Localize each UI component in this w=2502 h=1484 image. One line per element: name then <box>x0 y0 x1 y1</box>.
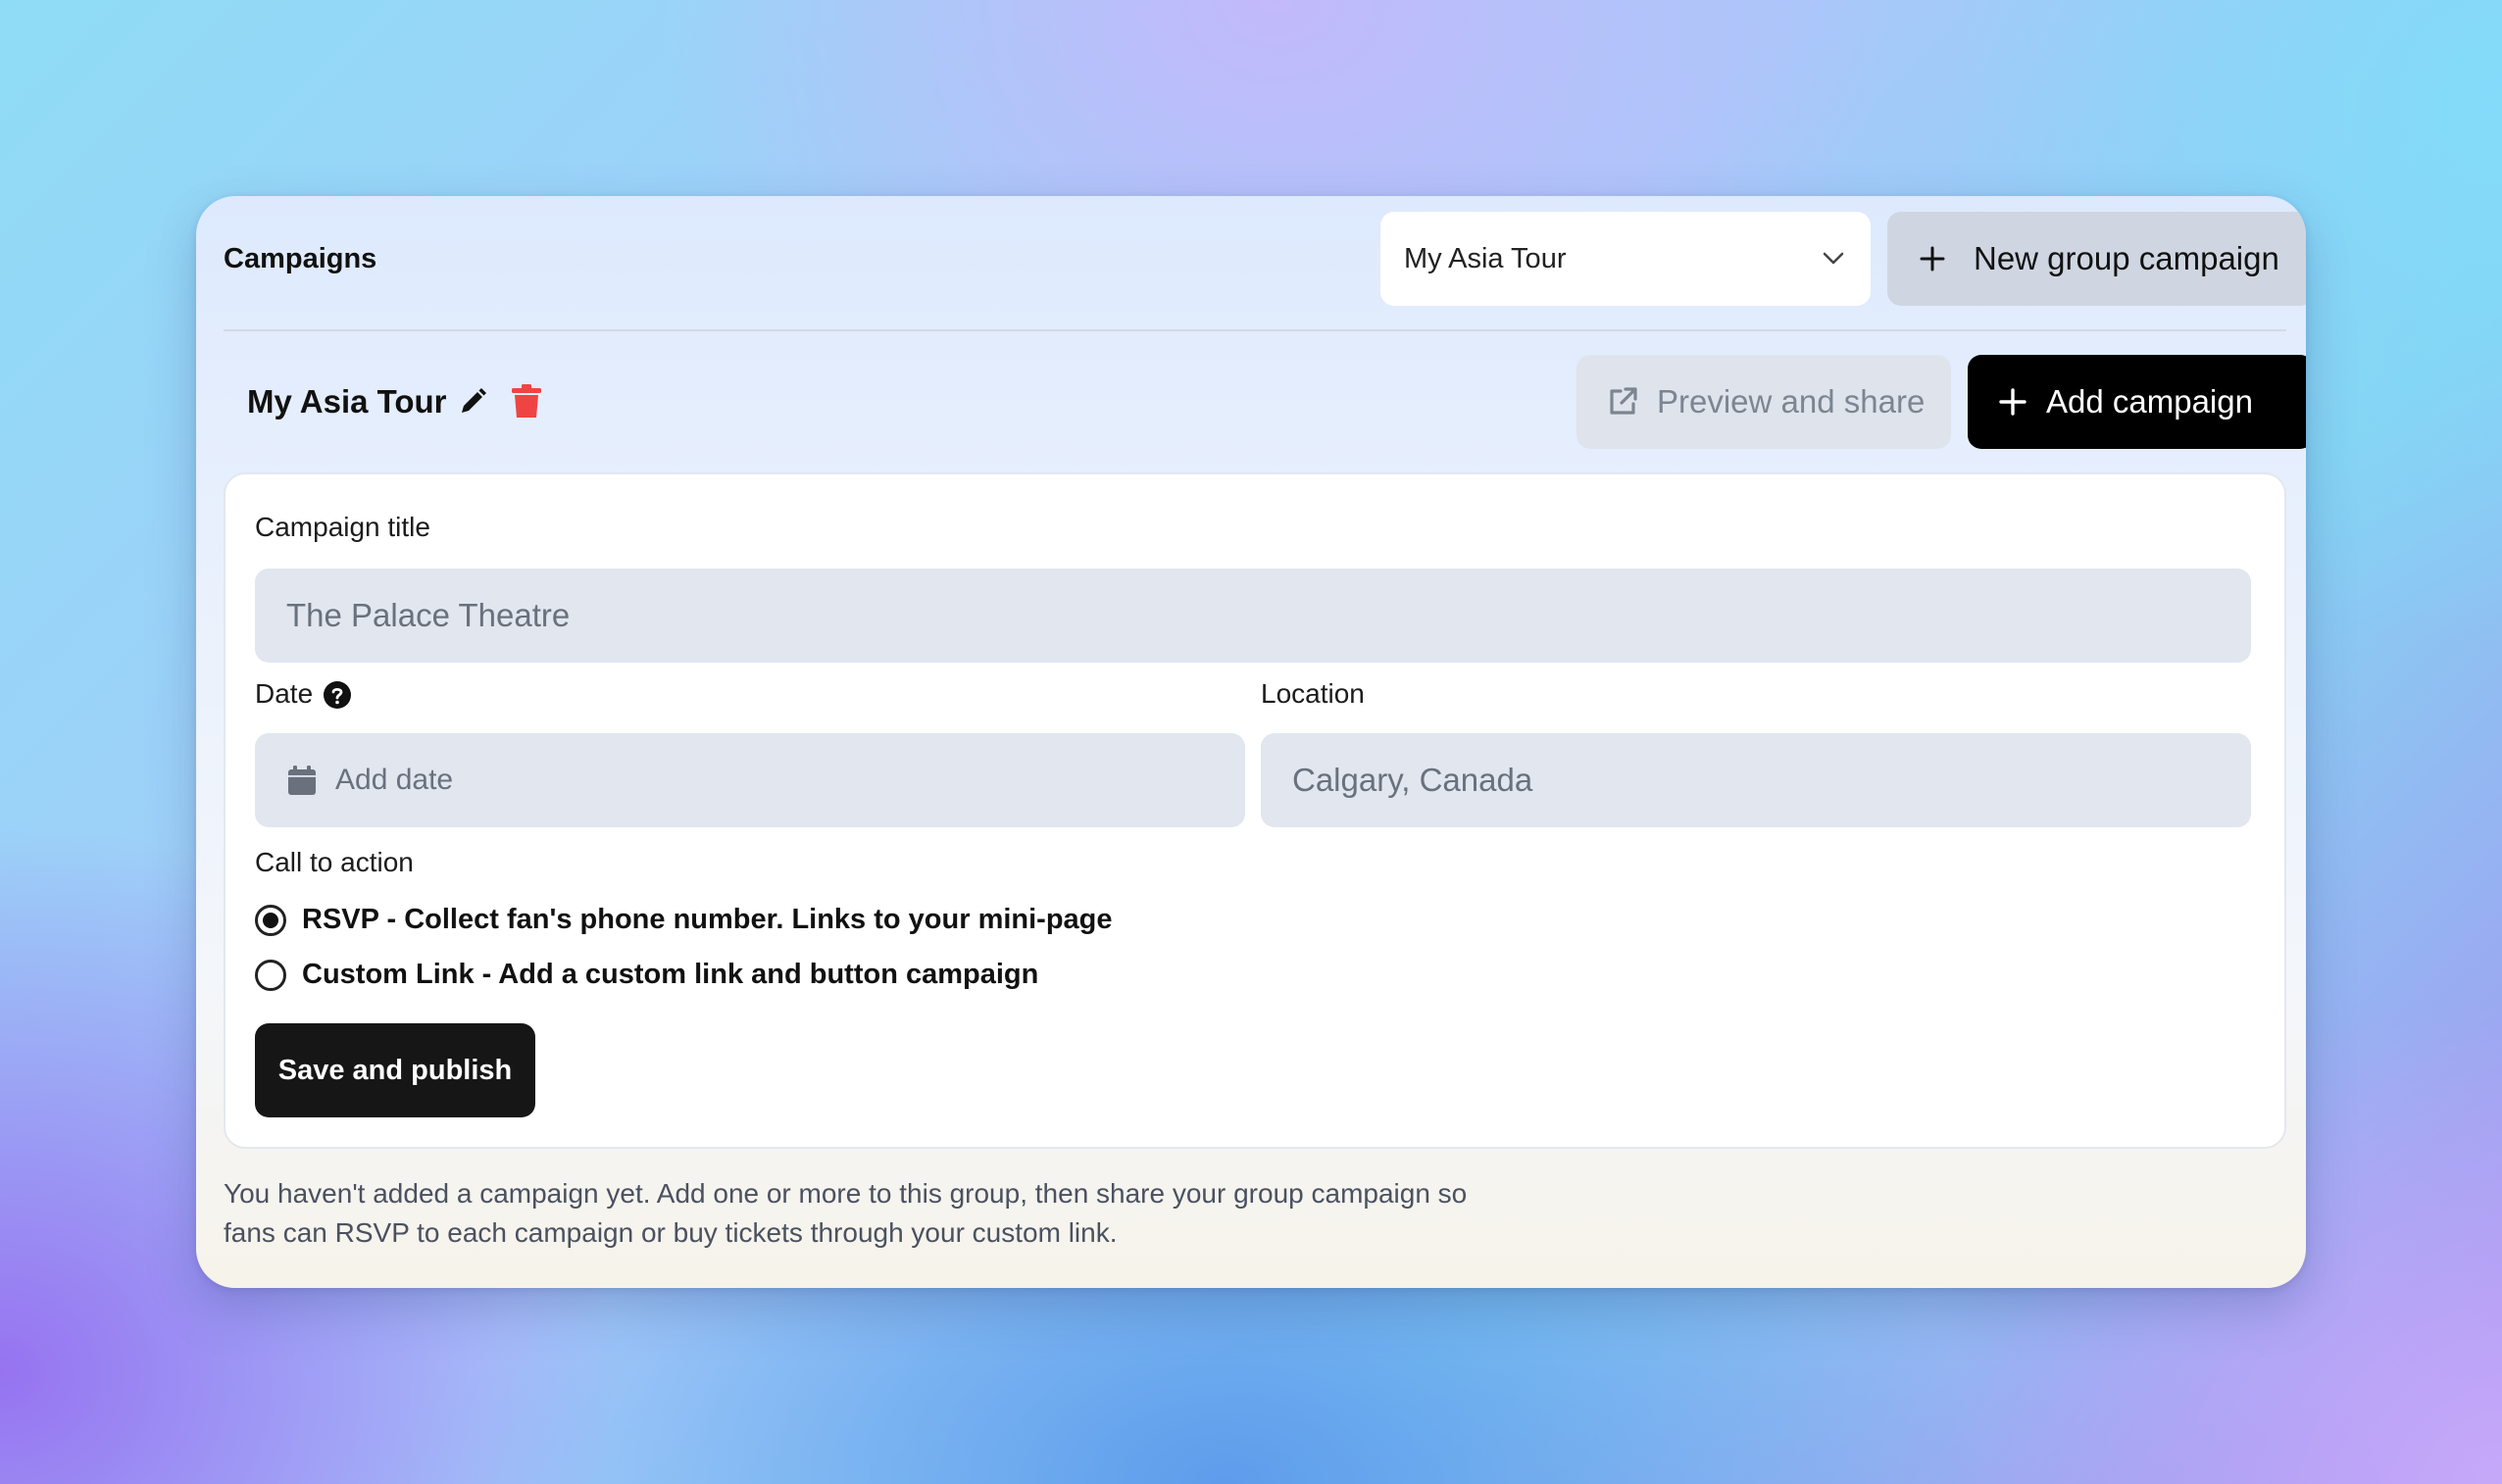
date-label: Date <box>255 678 314 709</box>
preview-and-share-button[interactable]: Preview and share <box>1576 355 1951 449</box>
divider <box>224 329 2286 331</box>
radio-button[interactable] <box>255 959 286 991</box>
group-select-value: My Asia Tour <box>1404 242 1567 274</box>
add-campaign-label: Add campaign <box>2046 383 2253 420</box>
campaigns-card: Campaigns My Asia Tour New group campaig… <box>196 196 2306 1288</box>
plus-icon <box>1997 386 2028 418</box>
radio-button-selected[interactable] <box>255 904 286 936</box>
calendar-icon <box>288 766 316 795</box>
campaign-title-label: Campaign title <box>255 512 430 542</box>
campaign-title-input[interactable]: The Palace Theatre <box>255 569 2251 663</box>
save-and-publish-button[interactable]: Save and publish <box>255 1023 535 1117</box>
page-title: Campaigns <box>224 243 377 274</box>
cta-option-label: RSVP - Collect fan's phone number. Links… <box>302 904 1113 935</box>
chevron-down-icon <box>1820 245 1847 272</box>
trash-icon[interactable] <box>510 384 543 420</box>
date-input[interactable]: Add date <box>255 733 1245 827</box>
new-group-campaign-button[interactable]: New group campaign <box>1887 212 2306 306</box>
preview-and-share-label: Preview and share <box>1657 383 1926 420</box>
date-placeholder: Add date <box>335 764 454 796</box>
call-to-action-label: Call to action <box>255 847 414 877</box>
top-bar: Campaigns My Asia Tour New group campaig… <box>224 212 2306 306</box>
add-campaign-button[interactable]: Add campaign <box>1968 355 2306 449</box>
cta-option-label: Custom Link - Add a custom link and butt… <box>302 959 1039 990</box>
campaign-form: Campaign title The Palace Theatre Date A… <box>224 472 2286 1149</box>
external-link-icon <box>1610 387 1637 415</box>
location-placeholder: Calgary, Canada <box>1292 762 1533 798</box>
radio-dot <box>263 912 278 928</box>
location-label: Location <box>1261 678 1365 709</box>
question-circle-icon[interactable] <box>324 681 351 709</box>
pencil-icon[interactable] <box>457 386 488 418</box>
campaign-title-placeholder: The Palace Theatre <box>286 597 571 633</box>
group-campaign-select[interactable]: My Asia Tour <box>1380 212 1871 306</box>
cta-option-rsvp[interactable]: RSVP - Collect fan's phone number. Links… <box>255 904 1113 936</box>
empty-state-message: You haven't added a campaign yet. Add on… <box>224 1178 1468 1248</box>
plus-icon <box>1917 243 1948 274</box>
group-header: My Asia Tour Preview and share Add campa… <box>224 355 2306 449</box>
location-input[interactable]: Calgary, Canada <box>1261 733 2251 827</box>
cta-option-custom-link[interactable]: Custom Link - Add a custom link and butt… <box>255 959 1038 991</box>
new-group-campaign-label: New group campaign <box>1974 240 2279 276</box>
group-name: My Asia Tour <box>247 383 447 420</box>
